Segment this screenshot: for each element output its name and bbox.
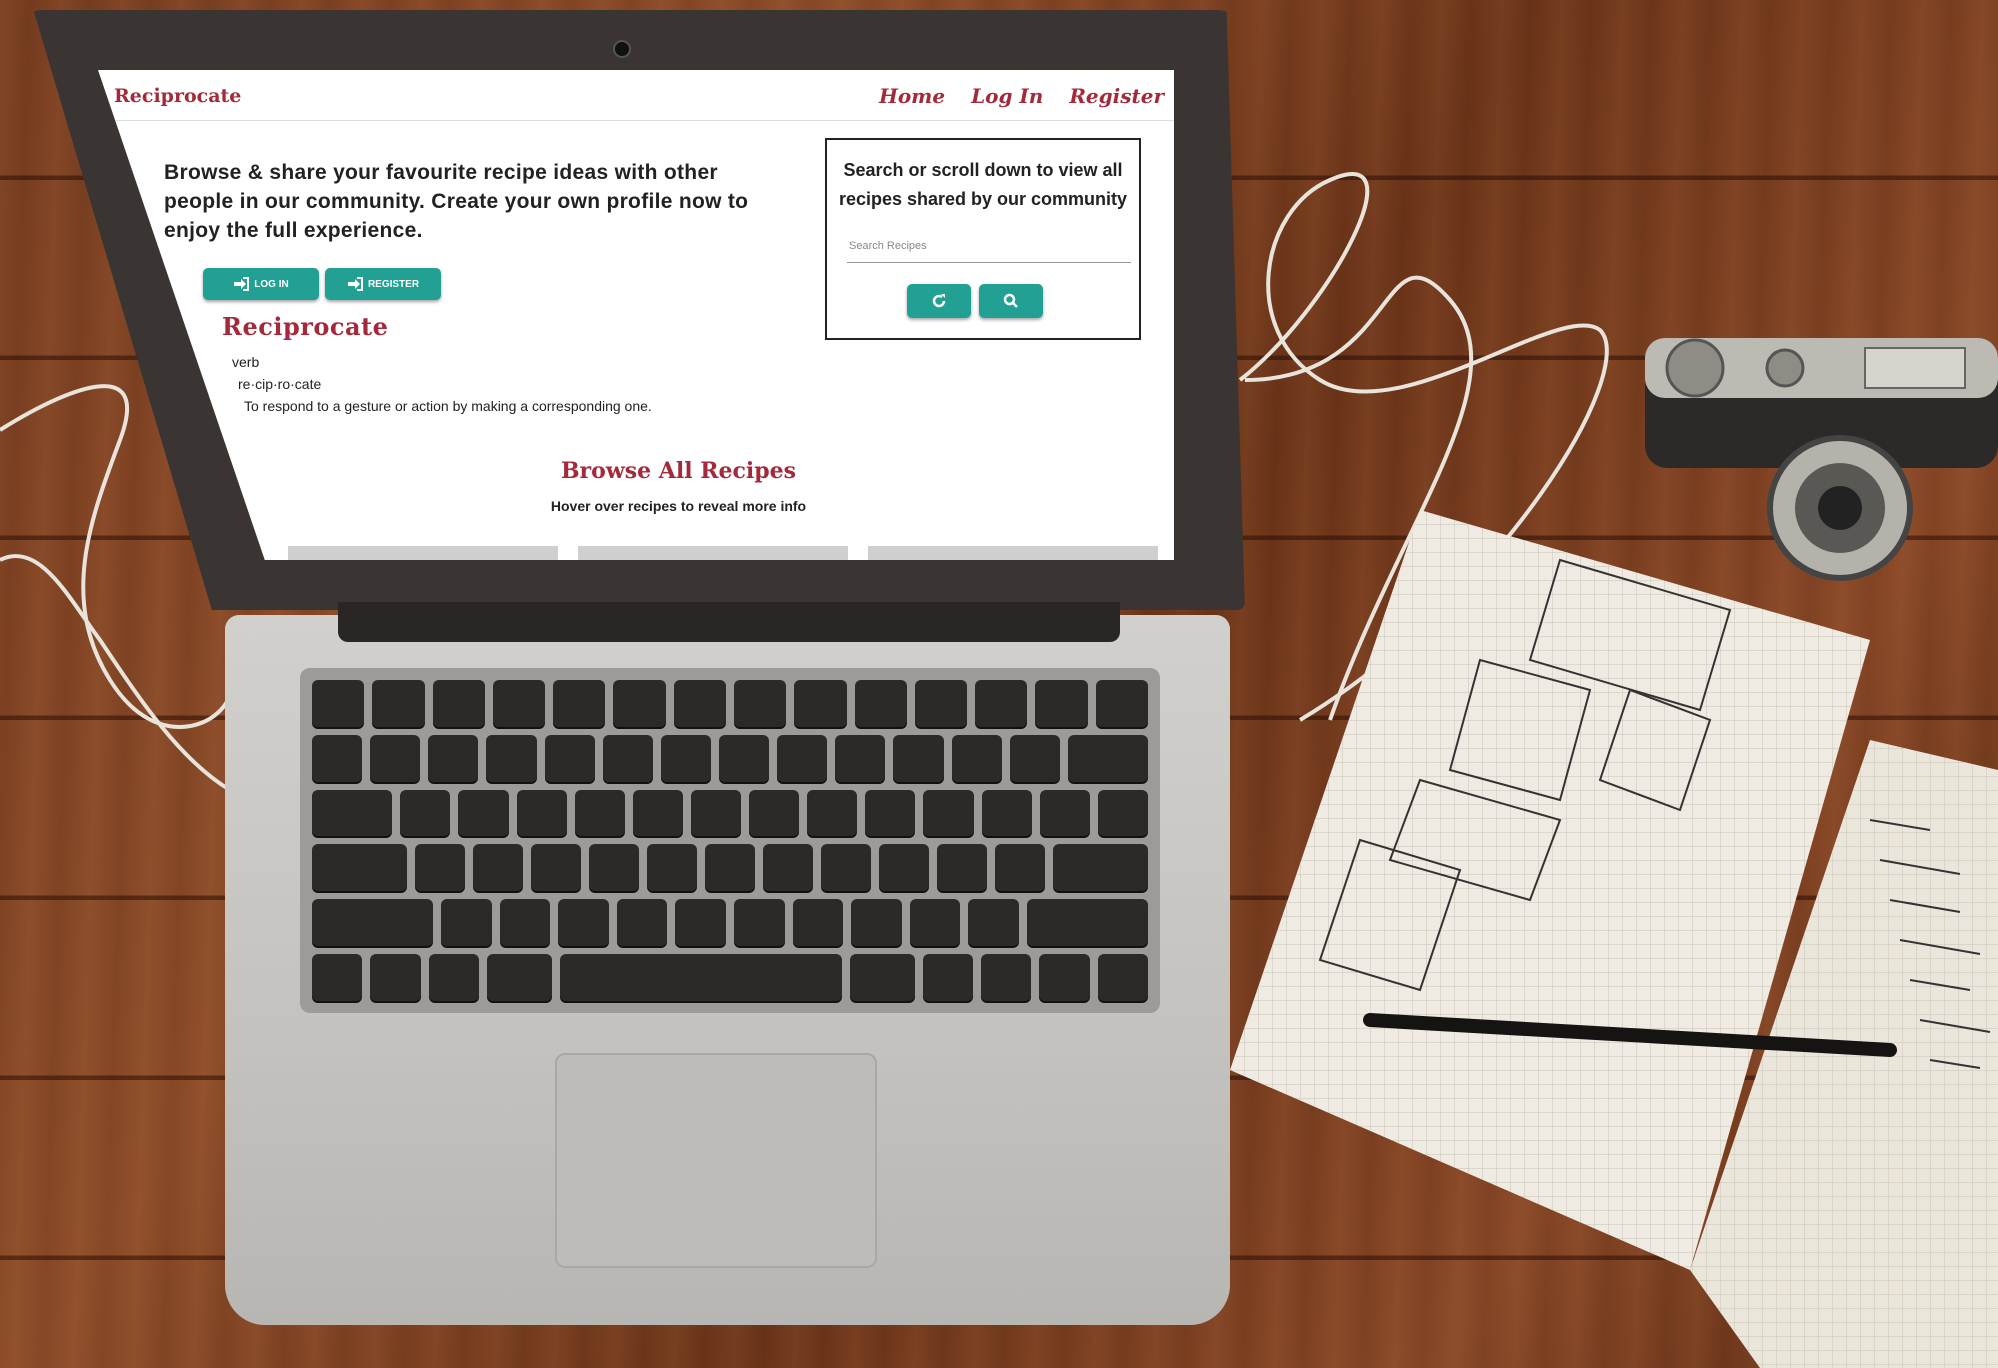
refresh-icon bbox=[932, 294, 946, 308]
definition-pos: verb bbox=[232, 354, 260, 370]
nav-links: Home Log In Register bbox=[879, 84, 1164, 108]
trackpad bbox=[555, 1053, 877, 1268]
login-button[interactable]: LOG IN bbox=[203, 268, 319, 300]
sign-in-icon bbox=[347, 277, 363, 291]
browser-viewport: Reciprocate Home Log In Register Browse … bbox=[98, 70, 1174, 560]
definition-syllables: re·cip·ro·cate bbox=[238, 376, 322, 392]
nav-login[interactable]: Log In bbox=[971, 84, 1043, 108]
navbar: Reciprocate Home Log In Register bbox=[98, 70, 1174, 121]
definition-meaning: To respond to a gesture or action by mak… bbox=[244, 398, 652, 414]
search-input[interactable] bbox=[847, 230, 1131, 263]
webcam-icon bbox=[613, 40, 631, 58]
brand-logo[interactable]: Reciprocate bbox=[114, 85, 241, 107]
browse-hint: Hover over recipes to reveal more info bbox=[550, 498, 807, 514]
search-panel: Search or scroll down to view all recipe… bbox=[825, 138, 1141, 340]
cta-buttons: LOG IN REGISTER bbox=[203, 268, 441, 300]
nav-register[interactable]: Register bbox=[1069, 84, 1164, 108]
search-icon bbox=[1003, 293, 1018, 308]
sketch-notebook bbox=[1230, 510, 1998, 1368]
recipe-card[interactable] bbox=[578, 546, 848, 560]
camera-icon bbox=[1645, 338, 1998, 581]
browse-title: Browse All Recipes bbox=[560, 458, 797, 484]
register-button-label: REGISTER bbox=[367, 278, 420, 290]
definition-word: Reciprocate bbox=[222, 312, 389, 341]
sign-in-icon bbox=[234, 277, 250, 291]
keyboard bbox=[300, 668, 1160, 1013]
login-button-label: LOG IN bbox=[254, 278, 289, 290]
nav-home[interactable]: Home bbox=[879, 84, 945, 108]
reset-search-button[interactable] bbox=[907, 284, 971, 318]
recipe-card[interactable] bbox=[868, 546, 1158, 560]
intro-text: Browse & share your favourite recipe ide… bbox=[164, 161, 749, 242]
search-button[interactable] bbox=[979, 284, 1043, 318]
recipe-card[interactable] bbox=[288, 546, 558, 560]
register-button[interactable]: REGISTER bbox=[325, 268, 441, 300]
laptop-hinge bbox=[338, 602, 1120, 642]
search-heading: Search or scroll down to view all recipe… bbox=[838, 160, 1128, 209]
